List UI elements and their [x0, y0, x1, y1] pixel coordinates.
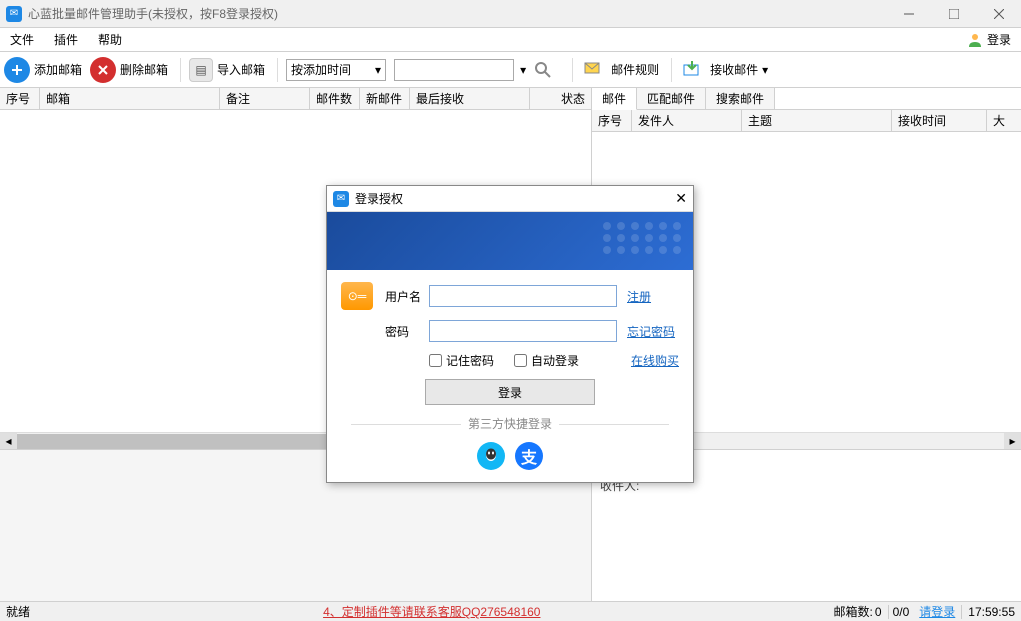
mail-rules-button[interactable]: 邮件规则 — [581, 55, 663, 85]
toolbar: 添加邮箱 删除邮箱 ▤ 导入邮箱 按添加时间 ▾ ▾ 邮件规则 接收邮件 ▾ — [0, 52, 1021, 88]
scroll-left-icon[interactable]: ◂ — [0, 433, 17, 450]
col-remark[interactable]: 备注 — [220, 88, 310, 109]
status-mailbox-label: 邮箱数: — [834, 603, 873, 620]
dialog-banner — [327, 212, 693, 270]
tab-mail[interactable]: 邮件 — [592, 88, 637, 110]
magnifier-icon — [530, 57, 556, 83]
col-seq[interactable]: 序号 — [592, 110, 632, 131]
col-size[interactable]: 大 — [987, 110, 1021, 131]
col-receive-time[interactable]: 接收时间 — [892, 110, 987, 131]
chevron-down-icon: ▾ — [762, 63, 768, 77]
search-button[interactable] — [530, 55, 564, 85]
import-icon: ▤ — [189, 58, 213, 82]
register-link[interactable]: 注册 — [627, 288, 679, 305]
menu-bar: 文件 插件 帮助 登录 — [0, 28, 1021, 52]
alipay-login-icon[interactable]: 支 — [515, 442, 543, 470]
receive-mail-button[interactable]: 接收邮件 ▾ — [680, 55, 772, 85]
receive-icon — [680, 57, 706, 83]
user-icon — [967, 32, 983, 48]
status-ad-link[interactable]: 4、定制插件等请联系客服QQ276548160 — [323, 605, 540, 619]
maximize-button[interactable] — [931, 0, 976, 28]
col-mailbox[interactable]: 邮箱 — [40, 88, 220, 109]
col-lastreceive[interactable]: 最后接收 — [410, 88, 530, 109]
menu-login[interactable]: 登录 — [967, 31, 1021, 48]
minimize-button[interactable] — [886, 0, 931, 28]
dialog-close-icon[interactable]: ✕ — [675, 190, 687, 207]
third-party-label: 第三方快捷登录 — [341, 415, 679, 432]
scroll-right-icon[interactable]: ▸ — [1004, 433, 1021, 450]
scroll-thumb[interactable] — [17, 434, 377, 449]
login-button[interactable]: 登录 — [425, 379, 595, 405]
forgot-password-link[interactable]: 忘记密码 — [627, 323, 679, 340]
dialog-title-bar[interactable]: ✉ 登录授权 ✕ — [327, 186, 693, 212]
right-tabs: 邮件 匹配邮件 搜索邮件 — [592, 88, 1021, 110]
col-sender[interactable]: 发件人 — [632, 110, 742, 131]
chevron-down-icon: ▾ — [375, 63, 381, 77]
password-label: 密码 — [385, 323, 429, 340]
dialog-title: 登录授权 — [355, 190, 675, 207]
app-icon: ✉ — [6, 6, 22, 22]
app-icon: ✉ — [333, 191, 349, 207]
col-newmail[interactable]: 新邮件 — [360, 88, 410, 109]
remember-checkbox[interactable]: 记住密码 — [429, 352, 494, 369]
right-table-header: 序号 发件人 主题 接收时间 大 — [592, 110, 1021, 132]
window-title: 心蓝批量邮件管理助手(未授权，按F8登录授权) — [28, 5, 886, 22]
key-icon: ⊙═ — [341, 282, 373, 310]
menu-help[interactable]: 帮助 — [88, 28, 132, 51]
login-dialog: ✉ 登录授权 ✕ ⊙═ 用户名 注册 密码 忘记密码 记住密码 自动登录 在线购… — [326, 185, 694, 483]
tab-search-mail[interactable]: 搜索邮件 — [706, 88, 775, 109]
status-mailbox-count: 0 — [875, 605, 882, 619]
buy-link[interactable]: 在线购买 — [631, 352, 679, 369]
rules-icon — [581, 57, 607, 83]
col-subject[interactable]: 主题 — [742, 110, 892, 131]
x-icon — [90, 57, 116, 83]
sort-dropdown[interactable]: 按添加时间 ▾ — [286, 59, 386, 81]
status-bar: 就绪 4、定制插件等请联系客服QQ276548160 邮箱数: 0 0/0 请登… — [0, 601, 1021, 621]
chevron-down-icon[interactable]: ▾ — [520, 63, 526, 77]
col-seq[interactable]: 序号 — [0, 88, 40, 109]
username-input[interactable] — [429, 285, 617, 307]
auto-login-checkbox[interactable]: 自动登录 — [514, 352, 579, 369]
delete-mailbox-button[interactable]: 删除邮箱 — [90, 55, 172, 85]
col-mailcount[interactable]: 邮件数 — [310, 88, 360, 109]
close-button[interactable] — [976, 0, 1021, 28]
menu-login-label: 登录 — [987, 31, 1011, 48]
add-mailbox-button[interactable]: 添加邮箱 — [4, 55, 86, 85]
qq-login-icon[interactable] — [477, 442, 505, 470]
left-table-header: 序号 邮箱 备注 邮件数 新邮件 最后接收 状态 — [0, 88, 591, 110]
col-status[interactable]: 状态 — [530, 88, 591, 109]
title-bar: ✉ 心蓝批量邮件管理助手(未授权，按F8登录授权) — [0, 0, 1021, 28]
password-input[interactable] — [429, 320, 617, 342]
status-login-link[interactable]: 请登录 — [919, 603, 955, 620]
status-progress: 0/0 — [888, 605, 914, 619]
search-input[interactable] — [394, 59, 514, 81]
status-ready: 就绪 — [6, 603, 30, 620]
username-label: 用户名 — [385, 288, 429, 305]
status-time: 17:59:55 — [961, 605, 1015, 619]
plus-icon — [4, 57, 30, 83]
menu-plugin[interactable]: 插件 — [44, 28, 88, 51]
import-mailbox-button[interactable]: ▤ 导入邮箱 — [189, 55, 269, 85]
tab-match-mail[interactable]: 匹配邮件 — [637, 88, 706, 109]
menu-file[interactable]: 文件 — [0, 28, 44, 51]
